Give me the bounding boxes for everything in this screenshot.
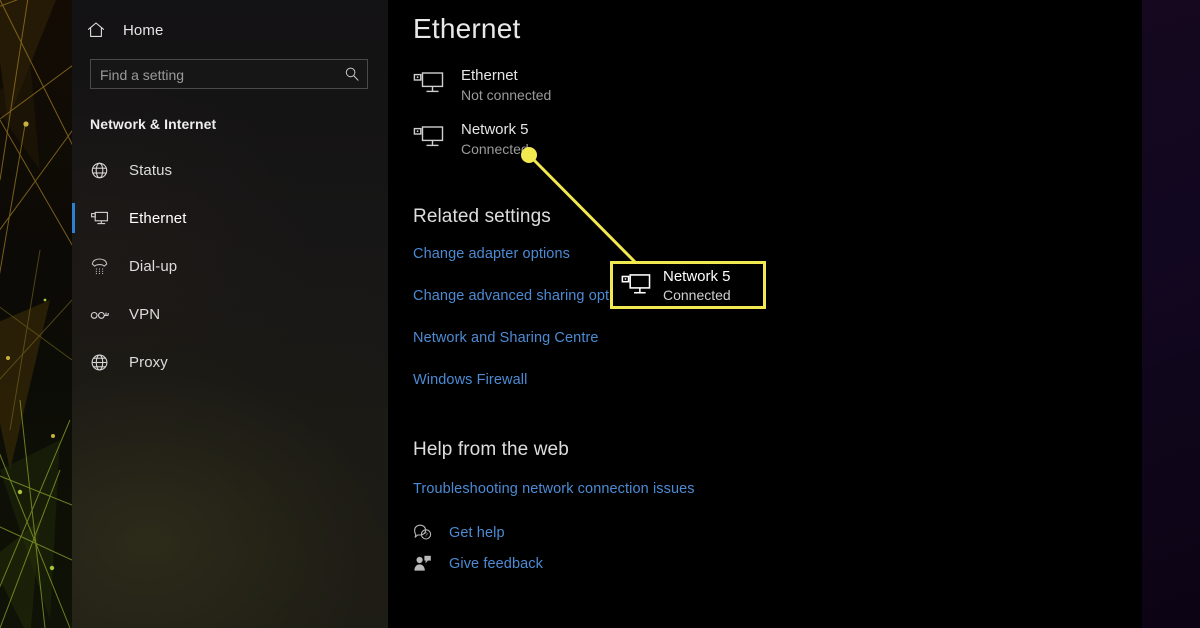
- sidebar-item-status[interactable]: Status: [72, 154, 388, 186]
- help-from-web-heading: Help from the web: [413, 439, 569, 460]
- sidebar-item-vpn[interactable]: VPN: [72, 298, 388, 330]
- help-links: Troubleshooting network connection issue…: [413, 481, 1142, 497]
- desktop-background: Home Network & Internet: [0, 0, 1200, 628]
- sidebar-category-heading: Network & Internet: [90, 116, 217, 132]
- sidebar-item-dial-up[interactable]: Dial-up: [72, 250, 388, 282]
- adapter-row[interactable]: Network 5 Connected: [413, 120, 1142, 174]
- home-icon: [86, 20, 106, 40]
- ethernet-icon: [89, 208, 110, 229]
- link-get-help[interactable]: Get help: [449, 525, 505, 541]
- dialup-phone-icon: [89, 256, 110, 277]
- related-settings-heading: Related settings: [413, 206, 551, 227]
- svg-text:?: ?: [424, 532, 428, 539]
- sidebar-home-label: Home: [123, 21, 164, 39]
- vpn-key-icon: [89, 304, 110, 325]
- give-feedback-row[interactable]: Give feedback: [413, 554, 1142, 573]
- adapter-list: Ethernet Not connected Network 5 Connect…: [413, 66, 1142, 174]
- sidebar-item-home[interactable]: Home: [72, 13, 388, 47]
- link-change-adapter-options[interactable]: Change adapter options: [413, 246, 1142, 262]
- link-troubleshooting-network-connection-issues[interactable]: Troubleshooting network connection issue…: [413, 481, 1142, 497]
- sidebar-item-label: VPN: [129, 305, 161, 323]
- link-give-feedback[interactable]: Give feedback: [449, 556, 543, 572]
- settings-window: Home Network & Internet: [72, 0, 1142, 628]
- sidebar-item-ethernet[interactable]: Ethernet: [72, 202, 388, 234]
- link-change-advanced-sharing-options[interactable]: Change advanced sharing options: [413, 288, 1142, 304]
- page-title: Ethernet: [413, 13, 521, 44]
- adapter-name: Ethernet: [461, 67, 518, 84]
- wallpaper-pattern: [0, 0, 72, 628]
- search-input[interactable]: [91, 60, 344, 90]
- sidebar: Home Network & Internet: [72, 0, 388, 628]
- adapter-row[interactable]: Ethernet Not connected: [413, 66, 1142, 120]
- feedback-person-icon: [413, 554, 432, 573]
- link-network-and-sharing-centre[interactable]: Network and Sharing Centre: [413, 330, 1142, 346]
- sidebar-nav-list: Status Ethernet Dial-up VPN Proxy: [72, 154, 388, 378]
- status-globe-icon: [89, 160, 110, 181]
- related-settings-links: Change adapter options Change advanced s…: [413, 246, 1142, 388]
- sidebar-item-label: Dial-up: [129, 257, 178, 275]
- help-bubble-icon: ?: [413, 523, 432, 542]
- adapter-name: Network 5: [461, 121, 529, 138]
- search-box[interactable]: [90, 59, 368, 90]
- get-help-row[interactable]: ? Get help: [413, 523, 1142, 542]
- main-content: Ethernet Ethernet Not connected Network …: [388, 0, 1142, 628]
- proxy-globe-icon: [89, 352, 110, 373]
- sidebar-item-proxy[interactable]: Proxy: [72, 346, 388, 378]
- sidebar-item-label: Ethernet: [129, 209, 187, 227]
- sidebar-item-label: Proxy: [129, 353, 168, 371]
- link-windows-firewall[interactable]: Windows Firewall: [413, 372, 1142, 388]
- ethernet-adapter-icon: [413, 125, 444, 151]
- search-icon[interactable]: [344, 66, 360, 82]
- ethernet-adapter-icon: [413, 71, 444, 97]
- sidebar-item-label: Status: [129, 161, 173, 179]
- adapter-status: Not connected: [461, 87, 552, 103]
- desktop-right-area: [1142, 0, 1200, 628]
- adapter-status: Connected: [461, 141, 529, 157]
